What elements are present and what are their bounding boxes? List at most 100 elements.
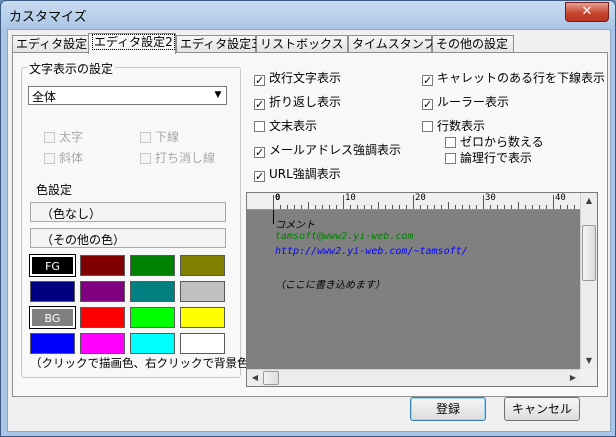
ruler-tick (420, 205, 421, 209)
preview-comment-line: コメント (275, 220, 315, 231)
fg-color-swatch[interactable]: FG (29, 254, 76, 277)
ruler-tick (273, 195, 274, 209)
ruler-tick (364, 205, 365, 209)
cancel-button[interactable]: キャンセル (504, 397, 580, 421)
register-button[interactable]: 登録 (410, 397, 486, 421)
ruler-tick (399, 205, 400, 209)
checkbox-box: ✓ (422, 74, 433, 87)
ruler-tick (413, 195, 414, 209)
color-swatch[interactable] (130, 255, 175, 276)
ruler-tick (315, 205, 316, 209)
tab-editor-settings-1[interactable]: エディタ設定1 (12, 35, 95, 52)
line-number-checkbox[interactable]: 行数表示 (422, 119, 485, 133)
preview-url-line: http://www2.yi-web.com/~tamsoft/ (275, 246, 468, 257)
strikethrough-checkbox[interactable]: 打ち消し線 (140, 151, 215, 165)
underline-checkbox[interactable]: 下線 (140, 130, 179, 144)
dialog-client: エディタ設定1 エディタ設定2 エディタ設定3 リストボックス タイムスタンプ … (7, 29, 611, 432)
ruler-label: 40 (555, 193, 566, 203)
ruler-tick (378, 202, 379, 209)
ruler-tick (476, 205, 477, 209)
ruler-tick (301, 205, 302, 209)
other-color-button[interactable]: （その他の色） (30, 228, 226, 248)
color-swatch[interactable] (30, 333, 75, 354)
horizontal-scrollbar[interactable]: ◀ ▶ (247, 369, 581, 386)
ruler-tick (553, 195, 554, 209)
scroll-down-icon[interactable]: ▼ (581, 353, 597, 369)
display-target-select[interactable]: 全体 ▼ (28, 86, 227, 105)
eof-display-checkbox[interactable]: 文末表示 (254, 119, 317, 133)
color-swatch[interactable] (80, 281, 125, 302)
checkbox-box (445, 153, 456, 164)
bold-checkbox[interactable]: 太字 (44, 130, 83, 144)
color-swatch[interactable] (180, 281, 225, 302)
color-swatch[interactable] (80, 333, 125, 354)
checkbox-box: ✓ (254, 74, 265, 87)
text-caret (273, 210, 274, 224)
color-swatch[interactable] (180, 333, 225, 354)
ruler-tick (294, 205, 295, 209)
tab-listbox[interactable]: リストボックス (256, 35, 348, 52)
color-swatch[interactable] (180, 255, 225, 276)
color-swatch[interactable] (80, 255, 125, 276)
url-highlight-checkbox[interactable]: ✓ URL強調表示 (254, 167, 341, 182)
color-swatch[interactable] (130, 307, 175, 328)
color-hint: （クリックで描画色、右クリックで背景色） (30, 356, 260, 370)
ruler-tick (560, 205, 561, 209)
newline-char-checkbox[interactable]: ✓ 改行文字表示 (254, 71, 341, 86)
horizontal-scroll-thumb[interactable] (263, 371, 279, 385)
chevron-down-icon[interactable]: ▼ (210, 87, 226, 104)
ruler-tick (567, 205, 568, 209)
checkbox-box (140, 132, 151, 143)
ruler-tick (322, 205, 323, 209)
tab-other-settings[interactable]: その他の設定 (432, 35, 514, 52)
scroll-corner (580, 369, 597, 386)
ruler-tick (385, 205, 386, 209)
ruler-display-checkbox[interactable]: ✓ ルーラー表示 (422, 95, 509, 110)
bg-color-swatch[interactable]: BG (29, 306, 76, 329)
ruler-label: 30 (485, 193, 496, 203)
ruler-tick (574, 205, 575, 209)
checkbox-box (44, 132, 55, 143)
preview-pane[interactable]: 0 10 20 30 40 コメント tamsoft@www2.yi-web.com h… (246, 192, 598, 387)
checkbox-box (140, 153, 151, 164)
caret-underline-checkbox[interactable]: ✓ キャレットのある行を下線表示 (422, 71, 605, 86)
tab-editor-settings-2[interactable]: エディタ設定2 (88, 33, 176, 54)
count-from-zero-checkbox[interactable]: ゼロから数える (445, 135, 544, 149)
checkbox-box (44, 153, 55, 164)
scroll-up-icon[interactable]: ▲ (581, 193, 597, 209)
scroll-left-icon[interactable]: ◀ (247, 370, 263, 386)
wrap-display-checkbox[interactable]: ✓ 折り返し表示 (254, 95, 341, 110)
email-highlight-checkbox[interactable]: ✓ メールアドレス強調表示 (254, 143, 401, 158)
scroll-right-icon[interactable]: ▶ (565, 370, 581, 386)
ruler-tick (343, 195, 344, 209)
group-title: 文字表示の設定 (27, 60, 116, 77)
color-swatch[interactable] (180, 307, 225, 328)
ruler-tick (427, 205, 428, 209)
vertical-scroll-thumb[interactable] (582, 225, 596, 281)
title-bar: カスタマイズ ✕ (1, 1, 615, 29)
ruler-tick (546, 205, 547, 209)
logical-line-checkbox[interactable]: 論理行で表示 (445, 151, 532, 165)
ruler-tick (392, 205, 393, 209)
color-swatch[interactable] (30, 281, 75, 302)
tab-timestamp[interactable]: タイムスタンプ (348, 35, 435, 52)
ruler-tick (518, 202, 519, 209)
customize-dialog: カスタマイズ ✕ エディタ設定1 エディタ設定2 エディタ設定3 リストボックス… (0, 0, 616, 437)
ruler-tick (462, 205, 463, 209)
ruler-tick (490, 205, 491, 209)
checkbox-box: ✓ (422, 98, 433, 111)
ruler-label: 10 (345, 193, 356, 203)
ruler-tick (497, 205, 498, 209)
color-swatch[interactable] (130, 281, 175, 302)
display-target-value: 全体 (32, 90, 57, 104)
italic-checkbox[interactable]: 斜体 (44, 151, 83, 165)
color-swatch[interactable] (80, 307, 125, 328)
tab-editor-settings-3[interactable]: エディタ設定3 (176, 35, 259, 52)
ruler-tick (434, 205, 435, 209)
ruler-tick (336, 205, 337, 209)
ruler-tick (280, 205, 281, 209)
no-color-button[interactable]: （色なし） (30, 202, 226, 222)
color-swatch[interactable] (130, 333, 175, 354)
close-button[interactable]: ✕ (565, 2, 609, 22)
vertical-scrollbar[interactable]: ▲ ▼ (580, 193, 597, 369)
